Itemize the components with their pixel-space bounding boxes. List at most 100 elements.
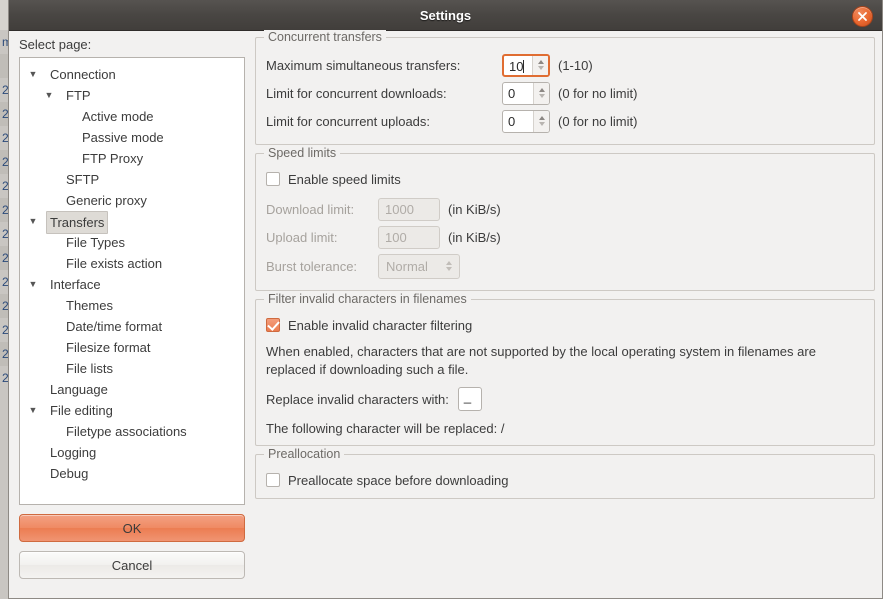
text-caret: [523, 59, 525, 73]
close-icon[interactable]: [852, 6, 873, 27]
sidebar-item-debug[interactable]: Debug: [20, 463, 244, 484]
group-title-concurrent-transfers: Concurrent transfers: [264, 30, 386, 44]
upload-limit-input[interactable]: 100: [378, 225, 440, 249]
sidebar-item-generic-proxy[interactable]: Generic proxy: [20, 190, 244, 211]
downloads-limit-hint: (0 for no limit): [558, 85, 638, 101]
group-title-filter-invalid-characters: Filter invalid characters in filenames: [264, 292, 471, 306]
spinner-up-icon[interactable]: [537, 60, 544, 64]
preallocate-space-checkbox[interactable]: [266, 473, 280, 487]
spinner-up-icon[interactable]: [538, 116, 545, 120]
settings-dialog: Settings Select page: ▼ Connection ▼ FTP Act…: [8, 0, 883, 599]
enable-invalid-filtering-checkbox[interactable]: [266, 318, 280, 332]
row-burst-tolerance: Burst tolerance: Normal: [266, 251, 864, 281]
burst-tolerance-label: Burst tolerance:: [266, 258, 358, 274]
max-transfers-hint: (1-10): [558, 57, 593, 73]
tree-expander-icon[interactable]: ▼: [44, 85, 54, 106]
cancel-button[interactable]: Cancel: [19, 551, 245, 579]
sidebar-item-label: File exists action: [66, 256, 163, 271]
sidebar-item-label: Connection: [50, 67, 116, 82]
row-max-simultaneous-transfers: Maximum simultaneous transfers: 10 (1-10…: [266, 51, 864, 79]
sidebar-item-ftp-proxy[interactable]: FTP Proxy: [20, 148, 244, 169]
uploads-limit-value: 0: [508, 113, 516, 129]
uploads-limit-hint: (0 for no limit): [558, 113, 638, 129]
ok-button[interactable]: OK: [19, 514, 245, 542]
uploads-limit-stepper[interactable]: [533, 110, 549, 132]
sidebar: Select page: ▼ Connection ▼ FTP Active mode P…: [19, 37, 247, 579]
sidebar-item-interface[interactable]: ▼ Interface: [20, 274, 244, 295]
row-upload-limit: Upload limit: 100 (in KiB/s): [266, 223, 864, 251]
enable-speed-limits-checkbox[interactable]: [266, 172, 280, 186]
sidebar-item-transfers[interactable]: ▼ Transfers: [20, 211, 244, 234]
group-concurrent-transfers: Concurrent transfers Maximum simultaneou…: [255, 30, 875, 145]
sidebar-item-date-time-format[interactable]: Date/time format: [20, 316, 244, 337]
enable-invalid-filtering-label: Enable invalid character filtering: [288, 317, 473, 333]
sidebar-item-label: Interface: [50, 277, 101, 292]
sidebar-item-sftp[interactable]: SFTP: [20, 169, 244, 190]
enable-speed-limits-label: Enable speed limits: [288, 171, 401, 187]
sidebar-item-label: Debug: [50, 466, 89, 481]
max-transfers-label: Maximum simultaneous transfers:: [266, 57, 461, 73]
select-page-label: Select page:: [19, 37, 92, 52]
group-title-preallocation: Preallocation: [264, 447, 345, 461]
group-preallocation: Preallocation Preallocate space before d…: [255, 447, 875, 499]
sidebar-item-file-editing[interactable]: ▼ File editing: [20, 400, 244, 421]
upload-limit-label: Upload limit:: [266, 229, 338, 245]
spinner-down-icon[interactable]: [537, 66, 544, 70]
row-preallocate-space: Preallocate space before downloading: [266, 468, 864, 492]
sidebar-item-label: Logging: [50, 445, 97, 460]
uploads-limit-spinner[interactable]: 0: [502, 109, 550, 133]
replace-character-input[interactable]: _: [457, 387, 482, 411]
sidebar-item-filetype-associations[interactable]: Filetype associations: [20, 421, 244, 442]
window-title: Settings: [419, 8, 472, 23]
download-limit-input[interactable]: 1000: [378, 197, 440, 221]
sidebar-item-file-exists-action[interactable]: File exists action: [20, 253, 244, 274]
download-limit-unit: (in KiB/s): [448, 201, 501, 217]
settings-page-tree[interactable]: ▼ Connection ▼ FTP Active mode Passive mode FT…: [19, 57, 245, 505]
row-enable-speed-limits: Enable speed limits: [266, 167, 864, 191]
spinner-up-icon[interactable]: [538, 88, 545, 92]
sidebar-item-themes[interactable]: Themes: [20, 295, 244, 316]
sidebar-item-label: Date/time format: [66, 319, 163, 334]
chevron-updown-icon: [442, 261, 459, 271]
sidebar-item-language[interactable]: Language: [20, 379, 244, 400]
tree-expander-icon[interactable]: ▼: [28, 400, 38, 421]
downloads-limit-stepper[interactable]: [533, 82, 549, 104]
sidebar-item-active-mode[interactable]: Active mode: [20, 106, 244, 127]
burst-tolerance-select[interactable]: Normal: [378, 253, 460, 279]
max-transfers-stepper[interactable]: [532, 55, 548, 75]
tree-expander-icon[interactable]: ▼: [28, 64, 38, 85]
sidebar-item-logging[interactable]: Logging: [20, 442, 244, 463]
sidebar-item-passive-mode[interactable]: Passive mode: [20, 127, 244, 148]
replace-character-label: Replace invalid characters with:: [266, 391, 449, 407]
upload-limit-unit: (in KiB/s): [448, 229, 501, 245]
sidebar-item-label: Themes: [66, 298, 113, 313]
sidebar-item-connection[interactable]: ▼ Connection: [20, 64, 244, 85]
row-concurrent-downloads: Limit for concurrent downloads: 0 (0 for…: [266, 79, 864, 107]
sidebar-item-ftp[interactable]: ▼ FTP: [20, 85, 244, 106]
sidebar-item-file-lists[interactable]: File lists: [20, 358, 244, 379]
settings-pane: Concurrent transfers Maximum simultaneou…: [255, 30, 875, 507]
sidebar-item-label: Active mode: [82, 109, 154, 124]
tree-expander-icon[interactable]: ▼: [28, 211, 38, 232]
sidebar-item-filesize-format[interactable]: Filesize format: [20, 337, 244, 358]
spinner-down-icon[interactable]: [538, 94, 545, 98]
group-title-speed-limits: Speed limits: [264, 146, 341, 160]
max-transfers-spinner[interactable]: 10: [502, 53, 550, 77]
tree-expander-icon[interactable]: ▼: [28, 274, 38, 295]
downloads-limit-spinner[interactable]: 0: [502, 81, 550, 105]
max-transfers-value: 10: [509, 58, 525, 74]
sidebar-item-label: File lists: [66, 361, 113, 376]
row-enable-invalid-filtering: Enable invalid character filtering: [266, 313, 864, 337]
sidebar-item-label: Transfers: [46, 211, 109, 234]
spinner-down-icon[interactable]: [538, 122, 545, 126]
group-speed-limits: Speed limits Enable speed limits Downloa…: [255, 146, 875, 291]
row-download-limit: Download limit: 1000 (in KiB/s): [266, 195, 864, 223]
filter-note: The following character will be replaced…: [266, 421, 505, 436]
sidebar-item-label: File editing: [50, 403, 113, 418]
sidebar-item-label: File Types: [66, 235, 126, 250]
download-limit-label: Download limit:: [266, 201, 355, 217]
sidebar-item-label: Generic proxy: [66, 193, 147, 208]
row-concurrent-uploads: Limit for concurrent uploads: 0 (0 for n…: [266, 107, 864, 135]
sidebar-item-file-types[interactable]: File Types: [20, 232, 244, 253]
title-bar: Settings: [9, 0, 882, 31]
